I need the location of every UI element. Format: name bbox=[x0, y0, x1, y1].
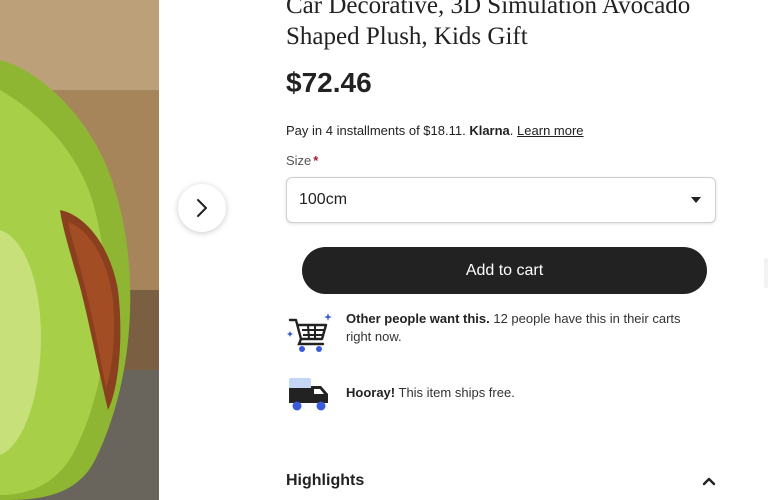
shipping-signal-detail: This item ships free. bbox=[395, 385, 515, 400]
caret-down-icon bbox=[691, 197, 701, 203]
avocado-plush-image bbox=[0, 0, 159, 500]
scrollbar[interactable] bbox=[764, 258, 768, 288]
shipping-signal: Hooray! This item ships free. bbox=[286, 372, 706, 418]
cart-signal-text: Other people want this. 12 people have t… bbox=[346, 310, 706, 346]
highlights-toggle[interactable]: Highlights bbox=[286, 468, 716, 494]
learn-more-link[interactable]: Learn more bbox=[517, 123, 583, 138]
klarna-text: Pay in 4 installments of $18.11. bbox=[286, 123, 466, 138]
next-image-button[interactable] bbox=[178, 184, 226, 232]
truck-icon bbox=[289, 378, 328, 411]
chevron-up-icon bbox=[702, 477, 716, 486]
cart-icon bbox=[287, 313, 332, 352]
klarna-installments: Pay in 4 installments of $18.11. Klarna.… bbox=[286, 123, 584, 138]
cart-signal: Other people want this. 12 people have t… bbox=[286, 310, 706, 356]
klarna-period: . bbox=[509, 123, 514, 138]
highlights-label: Highlights bbox=[286, 472, 365, 489]
add-to-cart-button[interactable]: Add to cart bbox=[302, 247, 707, 294]
size-label-text: Size bbox=[286, 153, 312, 168]
chevron-right-icon bbox=[197, 199, 207, 217]
size-label: Size * bbox=[286, 153, 318, 168]
listing-title: Car Decorative, 3D Simulation Avocado Sh… bbox=[286, 0, 691, 50]
size-select[interactable]: 100cm bbox=[286, 177, 716, 223]
cart-signal-bold: Other people want this. bbox=[346, 311, 490, 326]
klarna-logo: Klarna bbox=[469, 123, 510, 138]
size-selected-value: 100cm bbox=[299, 191, 348, 208]
required-marker: * bbox=[313, 153, 319, 168]
listing-price: $72.46 bbox=[286, 67, 372, 98]
shipping-signal-text: Hooray! This item ships free. bbox=[346, 372, 706, 402]
product-image bbox=[0, 0, 159, 500]
shipping-signal-bold: Hooray! bbox=[346, 385, 396, 400]
